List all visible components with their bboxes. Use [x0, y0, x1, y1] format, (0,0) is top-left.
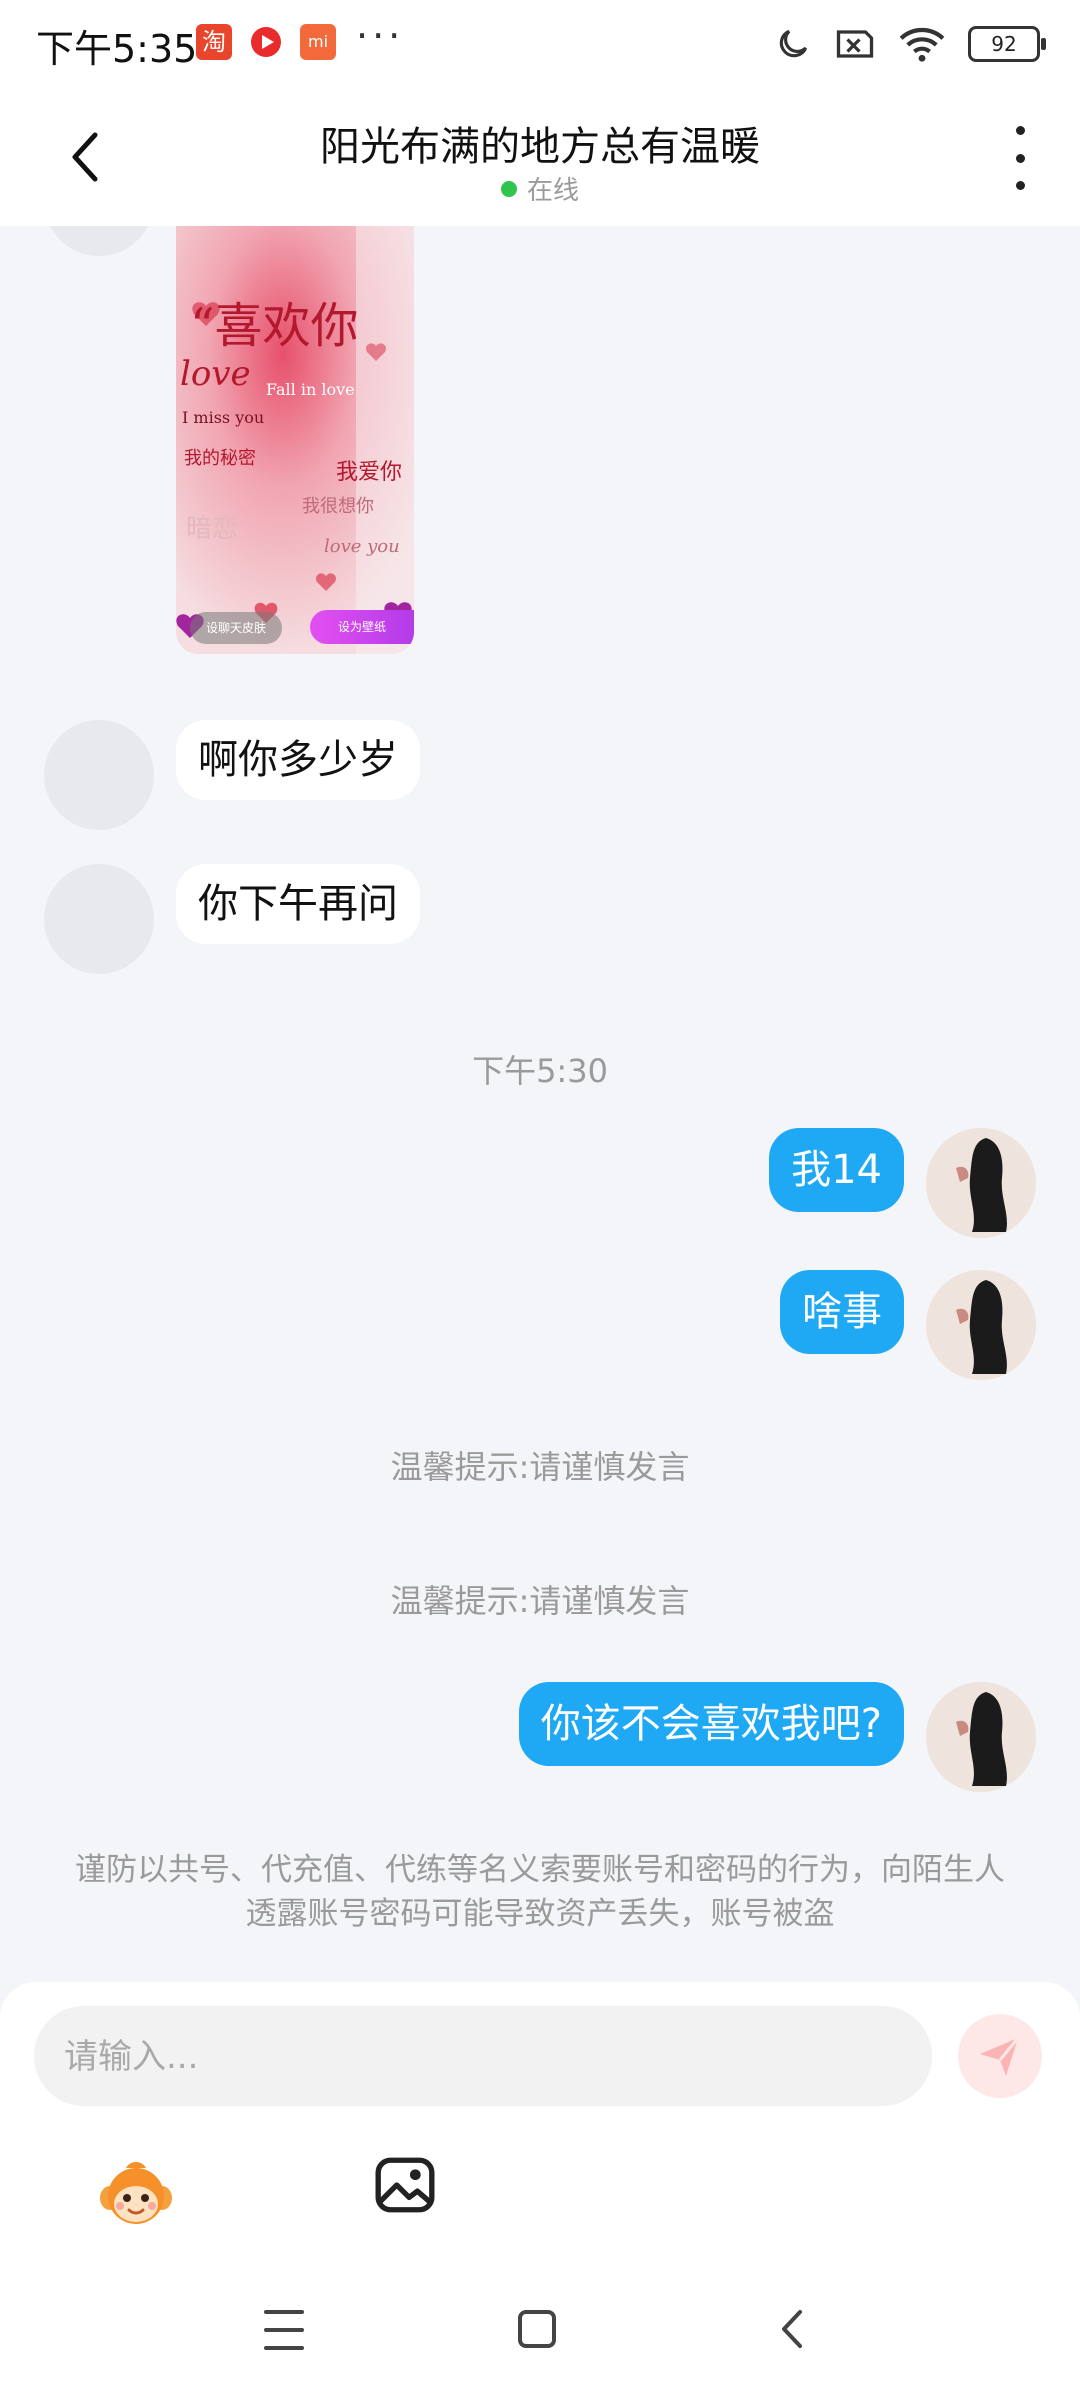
chat-header: 阳光布满的地方总有温暖 在线	[0, 88, 1080, 226]
status-time: 下午5:35	[36, 27, 198, 71]
message-bubble[interactable]: 你该不会喜欢我吧?	[518, 1682, 904, 1766]
wifi-icon	[899, 27, 945, 62]
taobao-icon: 淘	[196, 24, 232, 60]
my-avatar[interactable]	[926, 1682, 1036, 1792]
card-text-fall-in-love: Fall in love	[266, 380, 355, 399]
online-status: 在线	[0, 170, 1080, 207]
message-input-container[interactable]	[34, 2006, 932, 2108]
sim-off-icon	[836, 30, 874, 58]
overflow-indicator: ···	[356, 14, 405, 58]
message-input[interactable]	[62, 2006, 886, 2108]
emoji-button[interactable]	[96, 2154, 176, 2234]
video-icon	[248, 24, 284, 60]
nav-back-icon	[782, 2310, 802, 2348]
send-button[interactable]	[958, 2014, 1042, 2098]
more-options-button[interactable]	[1000, 126, 1040, 190]
avatar[interactable]	[44, 720, 154, 830]
card-text-secret: 我的秘密	[184, 448, 256, 469]
card-text-love: love	[180, 354, 251, 394]
my-avatar[interactable]	[926, 1128, 1036, 1238]
image-picker-button[interactable]	[372, 2152, 438, 2218]
card-text-love-you: 我爱你	[336, 460, 403, 485]
monkey-emoji-icon	[100, 2162, 172, 2224]
input-panel	[0, 1982, 1080, 2400]
recent-apps-button[interactable]	[264, 2310, 304, 2350]
online-status-text: 在线	[526, 176, 579, 206]
nav-back-button[interactable]	[772, 2304, 812, 2354]
card-text-crush: 暗恋	[186, 514, 239, 544]
card-heading: “喜欢你	[190, 298, 359, 354]
battery-indicator: 92	[968, 26, 1046, 62]
my-avatar[interactable]	[926, 1270, 1036, 1380]
chat-title: 阳光布满的地方总有温暖	[320, 124, 760, 170]
card-text-miss-you: I miss you	[182, 408, 265, 427]
home-button[interactable]	[518, 2310, 556, 2348]
set-chat-skin-button[interactable]: 设聊天皮肤	[190, 612, 283, 644]
system-tip: 温馨提示:请谨慎发言	[390, 1582, 690, 1620]
online-dot-icon	[500, 180, 517, 197]
status-bar: 下午5:35 淘 mi ··· 92	[0, 0, 1080, 88]
send-icon	[980, 2037, 1020, 2076]
message-bubble[interactable]: 啊你多少岁	[176, 720, 420, 800]
message-bubble[interactable]: 啥事	[780, 1270, 904, 1354]
image-icon	[375, 2157, 435, 2213]
avatar[interactable]	[44, 864, 154, 974]
system-tip: 温馨提示:请谨慎发言	[390, 1448, 690, 1486]
security-warning: 谨防以共号、代充值、代练等名义索要账号和密码的行为，向陌生人透露账号密码可能导致…	[75, 1852, 1005, 1932]
message-bubble[interactable]: 我14	[769, 1128, 904, 1212]
set-wallpaper-button[interactable]: 设为壁纸	[310, 610, 414, 644]
message-timestamp: 下午5:30	[472, 1052, 608, 1090]
system-navigation-bar	[0, 2286, 1080, 2376]
card-text-miss: 我很想你	[302, 496, 374, 517]
moon-icon	[779, 29, 808, 58]
card-text-love-you-2: love you	[324, 536, 400, 557]
mi-icon: mi	[300, 24, 336, 60]
message-bubble[interactable]: 你下午再问	[176, 864, 420, 944]
image-message[interactable]: “喜欢你 love Fall in love I miss you 我的秘密 我…	[176, 226, 414, 654]
